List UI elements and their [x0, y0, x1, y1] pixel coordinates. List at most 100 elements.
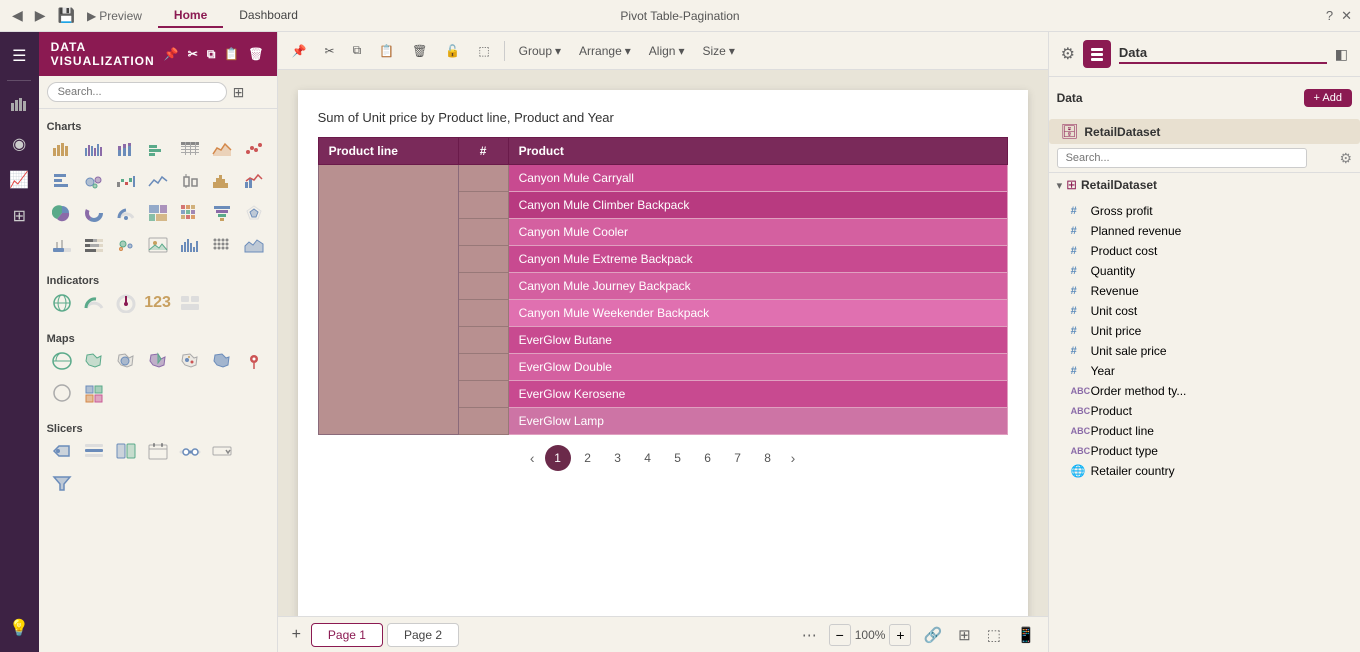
settings-icon[interactable]: ⚙ [1061, 44, 1075, 64]
image-icon[interactable] [143, 231, 173, 259]
field-unit-price[interactable]: # Unit price [1065, 321, 1352, 341]
funnel-icon[interactable] [207, 199, 237, 227]
field-revenue[interactable]: # Revenue [1065, 281, 1352, 301]
field-product-cost[interactable]: # Product cost [1065, 241, 1352, 261]
kpi-bar-icon[interactable] [47, 231, 77, 259]
page-4-button[interactable]: 4 [635, 445, 661, 471]
dot-map-icon[interactable] [175, 347, 205, 375]
tag-slicer-icon[interactable] [47, 437, 77, 465]
field-quantity[interactable]: # Quantity [1065, 261, 1352, 281]
field-year[interactable]: # Year [1065, 361, 1352, 381]
delete-toolbar-button[interactable]: 🗑 [406, 41, 433, 61]
zoom-in-button[interactable]: + [889, 624, 911, 646]
region-map-icon[interactable] [79, 347, 109, 375]
histogram-icon[interactable] [207, 167, 237, 195]
help-button[interactable]: ? [1326, 8, 1333, 23]
phone-view-button[interactable]: 📱 [1013, 624, 1040, 646]
card-slicer-icon[interactable] [111, 437, 141, 465]
copy-toolbar-button[interactable]: ⧉ [347, 40, 368, 61]
sparkbar-icon[interactable] [175, 231, 205, 259]
sidebar-icon-charts[interactable] [1, 89, 37, 124]
page-2-button[interactable]: 2 [575, 445, 601, 471]
full-gauge-icon[interactable] [111, 289, 141, 317]
globe-map-2-icon[interactable] [47, 379, 77, 407]
radar-icon[interactable] [239, 199, 269, 227]
unlock-toolbar-button[interactable]: 🔓 [439, 41, 466, 61]
pie-icon[interactable] [47, 199, 77, 227]
globe-indicator-icon[interactable] [47, 289, 77, 317]
date-slicer-icon[interactable] [143, 437, 173, 465]
filter-icon[interactable] [47, 469, 77, 497]
page-tab-2[interactable]: Page 2 [387, 623, 459, 647]
number-indicator-icon[interactable]: 123 [143, 289, 173, 317]
run-button[interactable]: ▶ Home Preview [83, 7, 146, 25]
field-gross-profit[interactable]: # Gross profit [1065, 201, 1352, 221]
bubble-icon[interactable] [79, 167, 109, 195]
field-unit-sale-price[interactable]: # Unit sale price [1065, 341, 1352, 361]
filled-map-icon[interactable] [207, 347, 237, 375]
field-retailer-country[interactable]: 🌐 Retailer country [1065, 461, 1352, 481]
add-data-button[interactable]: + Add [1304, 89, 1352, 107]
multi-bar-icon[interactable] [79, 135, 109, 163]
prev-page-button[interactable]: ‹ [524, 448, 541, 468]
page-5-button[interactable]: 5 [665, 445, 691, 471]
more-options-button[interactable]: ⋯ [798, 624, 821, 646]
field-order-method[interactable]: ABC Order method ty... [1065, 381, 1352, 401]
pin-map-icon[interactable] [239, 347, 269, 375]
field-unit-cost[interactable]: # Unit cost [1065, 301, 1352, 321]
grid-view-button[interactable]: ⊞ [954, 624, 975, 646]
dataset-expand-row[interactable]: ▾ ⊞ RetailDataset [1049, 173, 1360, 197]
forward-button[interactable]: ▶ [31, 5, 50, 26]
heatmap-icon[interactable] [175, 199, 205, 227]
collapse-panel-button[interactable]: ◧ [1335, 46, 1348, 63]
choropleth-icon[interactable] [143, 347, 173, 375]
dropdown-slicer-icon[interactable] [207, 437, 237, 465]
next-page-button[interactable]: › [785, 448, 802, 468]
tab-home[interactable]: Home [158, 4, 223, 28]
close-button[interactable]: ✕ [1341, 8, 1352, 24]
bar-chart-icon[interactable] [47, 135, 77, 163]
line-icon[interactable] [143, 167, 173, 195]
search-input[interactable] [47, 82, 227, 102]
frame-button[interactable]: ⬚ [983, 624, 1005, 646]
field-product-type[interactable]: ABC Product type [1065, 441, 1352, 461]
box-icon[interactable] [175, 167, 205, 195]
link-button[interactable]: 🔗 [919, 624, 946, 646]
cut-toolbar-button[interactable]: ✂ [319, 41, 341, 61]
page-3-button[interactable]: 3 [605, 445, 631, 471]
treemap-icon[interactable] [143, 199, 173, 227]
table-chart-icon[interactable] [175, 135, 205, 163]
dataset-row[interactable]: 🗄 RetailDataset [1049, 119, 1360, 144]
waterfall-icon[interactable] [111, 167, 141, 195]
image-indicator-icon[interactable] [175, 289, 205, 317]
area-chart-icon[interactable] [207, 135, 237, 163]
field-settings-icon[interactable]: ⚙ [1339, 150, 1352, 167]
arrange-button[interactable]: Arrange ▾ [573, 41, 637, 61]
donut-icon[interactable] [79, 199, 109, 227]
sidebar-icon-grid[interactable]: ⊞ [1, 200, 37, 232]
field-planned-revenue[interactable]: # Planned revenue [1065, 221, 1352, 241]
bullet-icon[interactable] [79, 231, 109, 259]
group-button[interactable]: Group ▾ [513, 41, 567, 61]
sidebar-icon-bulb[interactable]: 💡 [1, 612, 37, 644]
pin-toolbar-button[interactable]: 📌 [286, 41, 313, 61]
bar-h-icon[interactable] [47, 167, 77, 195]
range-slicer-icon[interactable] [175, 437, 205, 465]
world-map-icon[interactable] [47, 347, 77, 375]
stacked-bar-icon[interactable] [111, 135, 141, 163]
field-search-input[interactable] [1057, 148, 1307, 168]
bubble-map-icon[interactable] [111, 347, 141, 375]
add-page-button[interactable]: + [286, 624, 307, 646]
semi-gauge-icon[interactable] [79, 289, 109, 317]
sidebar-icon-line[interactable]: 📈 [1, 164, 37, 196]
gauge-icon[interactable] [111, 199, 141, 227]
scatter-icon[interactable] [239, 135, 269, 163]
forward-toolbar-button[interactable]: ⬚ [472, 41, 495, 61]
save-button[interactable]: 💾 [54, 5, 79, 26]
combo-icon[interactable] [239, 167, 269, 195]
area-full-icon[interactable] [239, 231, 269, 259]
page-1-button[interactable]: 1 [545, 445, 571, 471]
page-8-button[interactable]: 8 [755, 445, 781, 471]
paste-toolbar-button[interactable]: 📋 [373, 41, 400, 61]
field-product-line[interactable]: ABC Product line [1065, 421, 1352, 441]
